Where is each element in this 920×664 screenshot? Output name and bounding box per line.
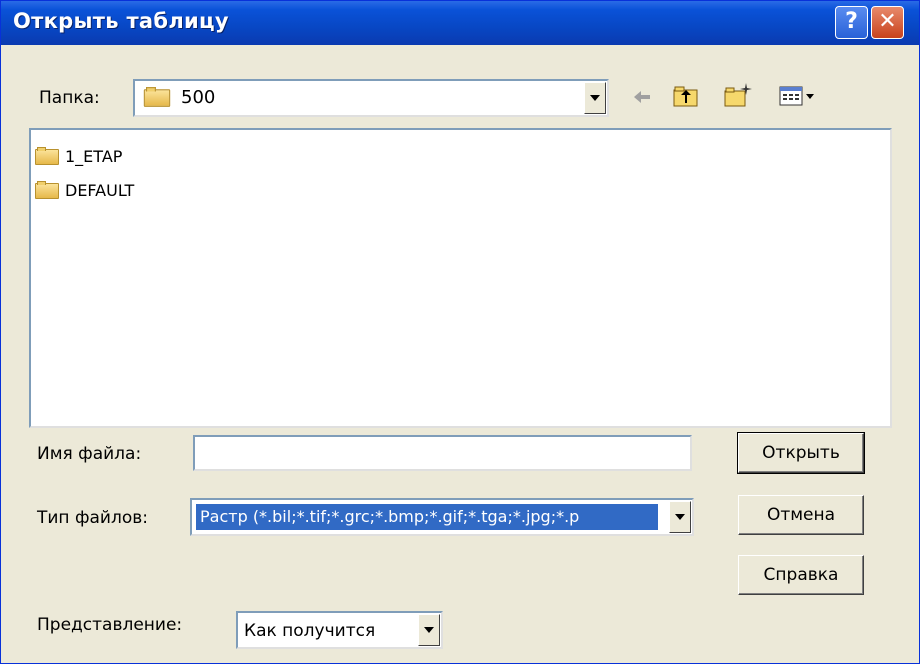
file-list[interactable]: 1_ETAP DEFAULT [29, 128, 892, 428]
list-item[interactable]: DEFAULT [35, 178, 134, 202]
filetype-select[interactable]: Растр (*.bil;*.tif;*.grc;*.bmp;*.gif;*.t… [190, 498, 694, 536]
filetype-selected-value: Растр (*.bil;*.tif;*.grc;*.bmp;*.gif;*.t… [196, 504, 658, 530]
list-item[interactable]: 1_ETAP [35, 144, 122, 168]
folder-select[interactable]: 500 [133, 79, 609, 117]
folder-label: Папка: [39, 88, 100, 108]
view-mode-dropdown-button[interactable] [418, 614, 440, 646]
filename-input[interactable] [193, 435, 692, 471]
open-button[interactable]: Открыть [737, 432, 865, 474]
view-mode-value: Как получится [244, 621, 376, 641]
chevron-down-icon [590, 95, 600, 101]
close-button[interactable]: ✕ [871, 6, 904, 39]
folder-icon [35, 147, 59, 165]
folder-icon [143, 87, 171, 107]
help-title-button[interactable]: ? [835, 6, 868, 39]
chevron-down-icon [675, 514, 685, 520]
help-button[interactable]: Справка [738, 555, 864, 595]
folder-dropdown-button[interactable] [584, 82, 606, 114]
window-title: Открыть таблицу [13, 9, 229, 33]
open-table-dialog: Открыть таблицу ? ✕ Папка: 500 1_ETAP DE… [0, 0, 920, 664]
file-name: DEFAULT [65, 180, 135, 200]
chevron-down-icon [424, 627, 434, 633]
filetype-dropdown-button[interactable] [669, 501, 691, 533]
back-arrow-icon[interactable] [631, 86, 653, 113]
filename-label: Имя файла: [37, 444, 142, 464]
up-folder-icon[interactable] [672, 83, 700, 114]
view-mode-select[interactable]: Как получится [236, 611, 443, 649]
cancel-button[interactable]: Отмена [738, 495, 864, 535]
current-folder-name: 500 [181, 87, 216, 108]
filetype-label: Тип файлов: [37, 508, 148, 528]
file-name: 1_ETAP [65, 146, 123, 166]
title-bar[interactable]: Открыть таблицу ? ✕ [1, 1, 919, 45]
view-mode-label: Представление: [37, 615, 183, 635]
view-menu-icon[interactable] [779, 85, 821, 112]
new-folder-icon[interactable] [723, 81, 753, 114]
folder-icon [35, 181, 59, 199]
